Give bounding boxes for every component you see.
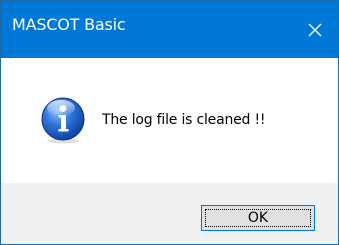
close-button[interactable] [292, 1, 338, 58]
message-dialog: MASCOT Basic The log file is cleaned !! … [0, 0, 339, 245]
close-icon [308, 23, 322, 36]
dialog-content: The log file is cleaned !! [1, 58, 338, 183]
ok-button[interactable]: OK [201, 205, 315, 231]
dialog-footer: OK [1, 183, 338, 244]
title-bar: MASCOT Basic [1, 1, 338, 58]
window-title: MASCOT Basic [12, 15, 126, 34]
ok-button-label: OK [247, 210, 269, 226]
info-icon [41, 97, 85, 144]
message-text: The log file is cleaned !! [102, 112, 266, 128]
